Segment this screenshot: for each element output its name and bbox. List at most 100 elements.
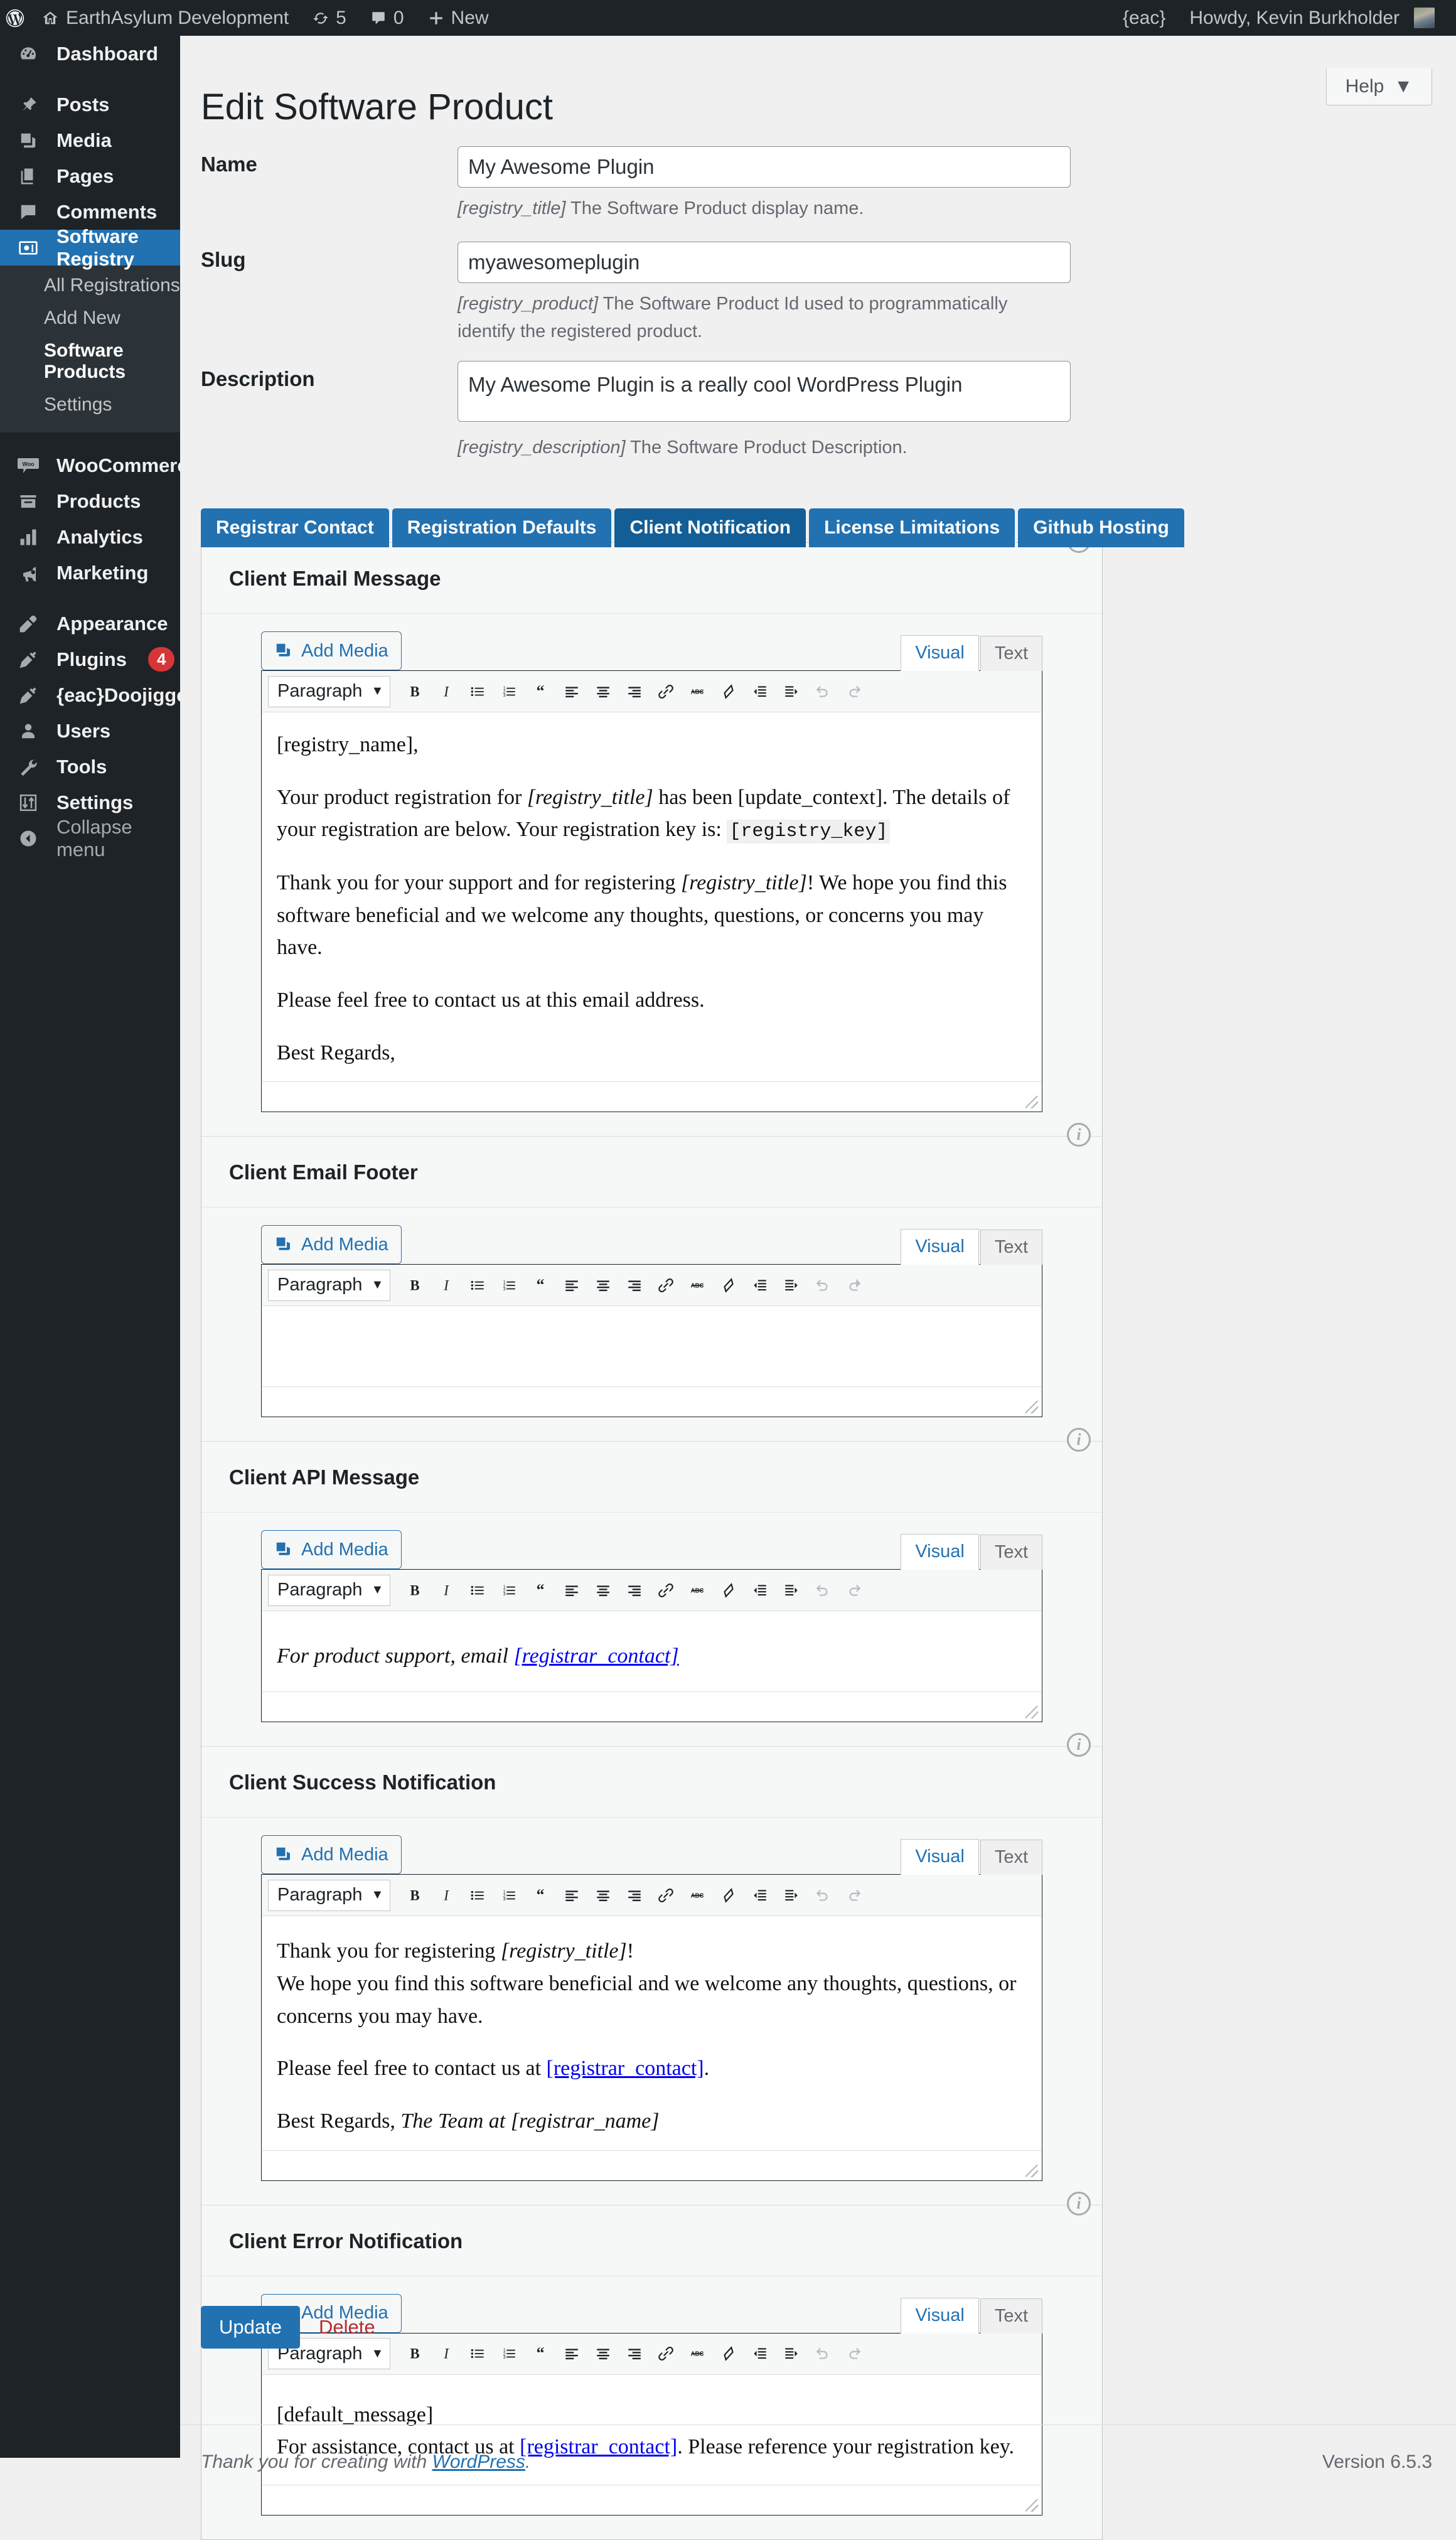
editor-content-client-api-message[interactable]: For product support, email [registrar_co… (262, 1611, 1042, 1691)
italic-icon[interactable]: I (431, 2338, 462, 2369)
sidebar-item-software-products[interactable]: Software Products (0, 335, 180, 389)
tab-client-notification[interactable]: Client Notification (614, 508, 806, 547)
indent-icon[interactable] (776, 1575, 807, 1606)
clear-formatting-icon[interactable] (713, 1575, 744, 1606)
editor-resize-handle[interactable] (1025, 1401, 1038, 1413)
align-right-icon[interactable] (619, 676, 650, 707)
outdent-icon[interactable] (744, 1270, 776, 1301)
outdent-icon[interactable] (744, 1575, 776, 1606)
align-left-icon[interactable] (556, 1270, 587, 1301)
sidebar-item-pages[interactable]: Pages (0, 158, 180, 194)
sidebar-item-comments[interactable]: Comments (0, 194, 180, 230)
sidebar-item-dashboard[interactable]: Dashboard (0, 36, 180, 72)
bulleted-list-icon[interactable] (462, 2338, 493, 2369)
sidebar-item-software-registry[interactable]: Software Registry (0, 230, 180, 265)
redo-icon[interactable] (838, 676, 870, 707)
sidebar-item-users[interactable]: Users (0, 713, 180, 749)
visual-tab[interactable]: Visual (901, 635, 978, 671)
undo-icon[interactable] (807, 1575, 838, 1606)
description-textarea[interactable]: My Awesome Plugin is a really cool WordP… (458, 361, 1071, 422)
undo-icon[interactable] (807, 1270, 838, 1301)
align-center-icon[interactable] (587, 2338, 619, 2369)
comments-button[interactable]: 0 (358, 0, 416, 36)
align-center-icon[interactable] (587, 1270, 619, 1301)
wordpress-logo-button[interactable] (0, 0, 29, 36)
bold-icon[interactable]: B (399, 1880, 431, 1911)
undo-icon[interactable] (807, 676, 838, 707)
editor-resize-handle[interactable] (1025, 2499, 1038, 2512)
text-tab[interactable]: Text (980, 1840, 1042, 1875)
slug-input[interactable] (458, 242, 1071, 283)
bulleted-list-icon[interactable] (462, 1575, 493, 1606)
add-media-button[interactable]: Add Media (261, 1835, 402, 1874)
editor-content-client-email-footer[interactable] (262, 1306, 1042, 1386)
link-icon[interactable] (650, 1575, 682, 1606)
italic-icon[interactable]: I (431, 676, 462, 707)
blockquote-icon[interactable]: “ (525, 1575, 556, 1606)
align-right-icon[interactable] (619, 1880, 650, 1911)
paragraph-format-select[interactable]: Paragraph ▼ (268, 1575, 390, 1606)
tab-registration-defaults[interactable]: Registration Defaults (392, 508, 612, 547)
numbered-list-icon[interactable]: 123 (493, 1575, 525, 1606)
bulleted-list-icon[interactable] (462, 1270, 493, 1301)
editor-content-client-success-notification[interactable]: Thank you for registering [registry_titl… (262, 1916, 1042, 2150)
bulleted-list-icon[interactable] (462, 1880, 493, 1911)
tab-github-hosting[interactable]: Github Hosting (1018, 508, 1184, 547)
eac-menu-button[interactable]: {eac} (1111, 0, 1177, 36)
visual-tab[interactable]: Visual (901, 1229, 978, 1265)
italic-icon[interactable]: I (431, 1575, 462, 1606)
strikethrough-icon[interactable]: ABC (682, 1270, 713, 1301)
link-icon[interactable] (650, 1270, 682, 1301)
outdent-icon[interactable] (744, 676, 776, 707)
align-center-icon[interactable] (587, 1575, 619, 1606)
blockquote-icon[interactable]: “ (525, 2338, 556, 2369)
indent-icon[interactable] (776, 2338, 807, 2369)
align-right-icon[interactable] (619, 2338, 650, 2369)
help-tab-button[interactable]: Help ▼ (1326, 68, 1432, 105)
updates-button[interactable]: 5 (301, 0, 358, 36)
sidebar-item-tools[interactable]: Tools (0, 749, 180, 785)
visual-tab[interactable]: Visual (901, 2298, 978, 2334)
text-tab[interactable]: Text (980, 636, 1042, 671)
align-right-icon[interactable] (619, 1575, 650, 1606)
clear-formatting-icon[interactable] (713, 676, 744, 707)
sidebar-item-media[interactable]: Media (0, 122, 180, 158)
bold-icon[interactable]: B (399, 2338, 431, 2369)
sidebar-item-registry-settings[interactable]: Settings (0, 389, 180, 421)
numbered-list-icon[interactable]: 123 (493, 676, 525, 707)
bold-icon[interactable]: B (399, 1270, 431, 1301)
bold-icon[interactable]: B (399, 1575, 431, 1606)
text-tab[interactable]: Text (980, 2298, 1042, 2334)
indent-icon[interactable] (776, 676, 807, 707)
sidebar-item-products[interactable]: Products (0, 483, 180, 519)
paragraph-format-select[interactable]: Paragraph ▼ (268, 676, 390, 707)
text-tab[interactable]: Text (980, 1535, 1042, 1570)
redo-icon[interactable] (838, 2338, 870, 2369)
visual-tab[interactable]: Visual (901, 1839, 978, 1875)
name-input[interactable] (458, 146, 1071, 188)
add-media-button[interactable]: Add Media (261, 1225, 402, 1264)
site-name-button[interactable]: EarthAsylum Development (29, 0, 301, 36)
strikethrough-icon[interactable]: ABC (682, 1575, 713, 1606)
undo-icon[interactable] (807, 1880, 838, 1911)
text-tab[interactable]: Text (980, 1230, 1042, 1265)
numbered-list-icon[interactable]: 123 (493, 1270, 525, 1301)
redo-icon[interactable] (838, 1880, 870, 1911)
link-icon[interactable] (650, 2338, 682, 2369)
sidebar-item-woocommerce[interactable]: Woo WooCommerce (0, 447, 180, 483)
outdent-icon[interactable] (744, 2338, 776, 2369)
align-center-icon[interactable] (587, 1880, 619, 1911)
strikethrough-icon[interactable]: ABC (682, 1880, 713, 1911)
delete-button[interactable]: Delete (319, 2316, 375, 2339)
sidebar-item-all-registrations[interactable]: All Registrations (0, 269, 180, 302)
strikethrough-icon[interactable]: ABC (682, 2338, 713, 2369)
tab-license-limitations[interactable]: License Limitations (809, 508, 1015, 547)
update-button[interactable]: Update (201, 2306, 300, 2349)
indent-icon[interactable] (776, 1880, 807, 1911)
info-icon[interactable]: i (1067, 2192, 1091, 2216)
blockquote-icon[interactable]: “ (525, 1880, 556, 1911)
sidebar-item-analytics[interactable]: Analytics (0, 519, 180, 555)
sidebar-item-settings[interactable]: Settings (0, 785, 180, 820)
visual-tab[interactable]: Visual (901, 1534, 978, 1570)
indent-icon[interactable] (776, 1270, 807, 1301)
